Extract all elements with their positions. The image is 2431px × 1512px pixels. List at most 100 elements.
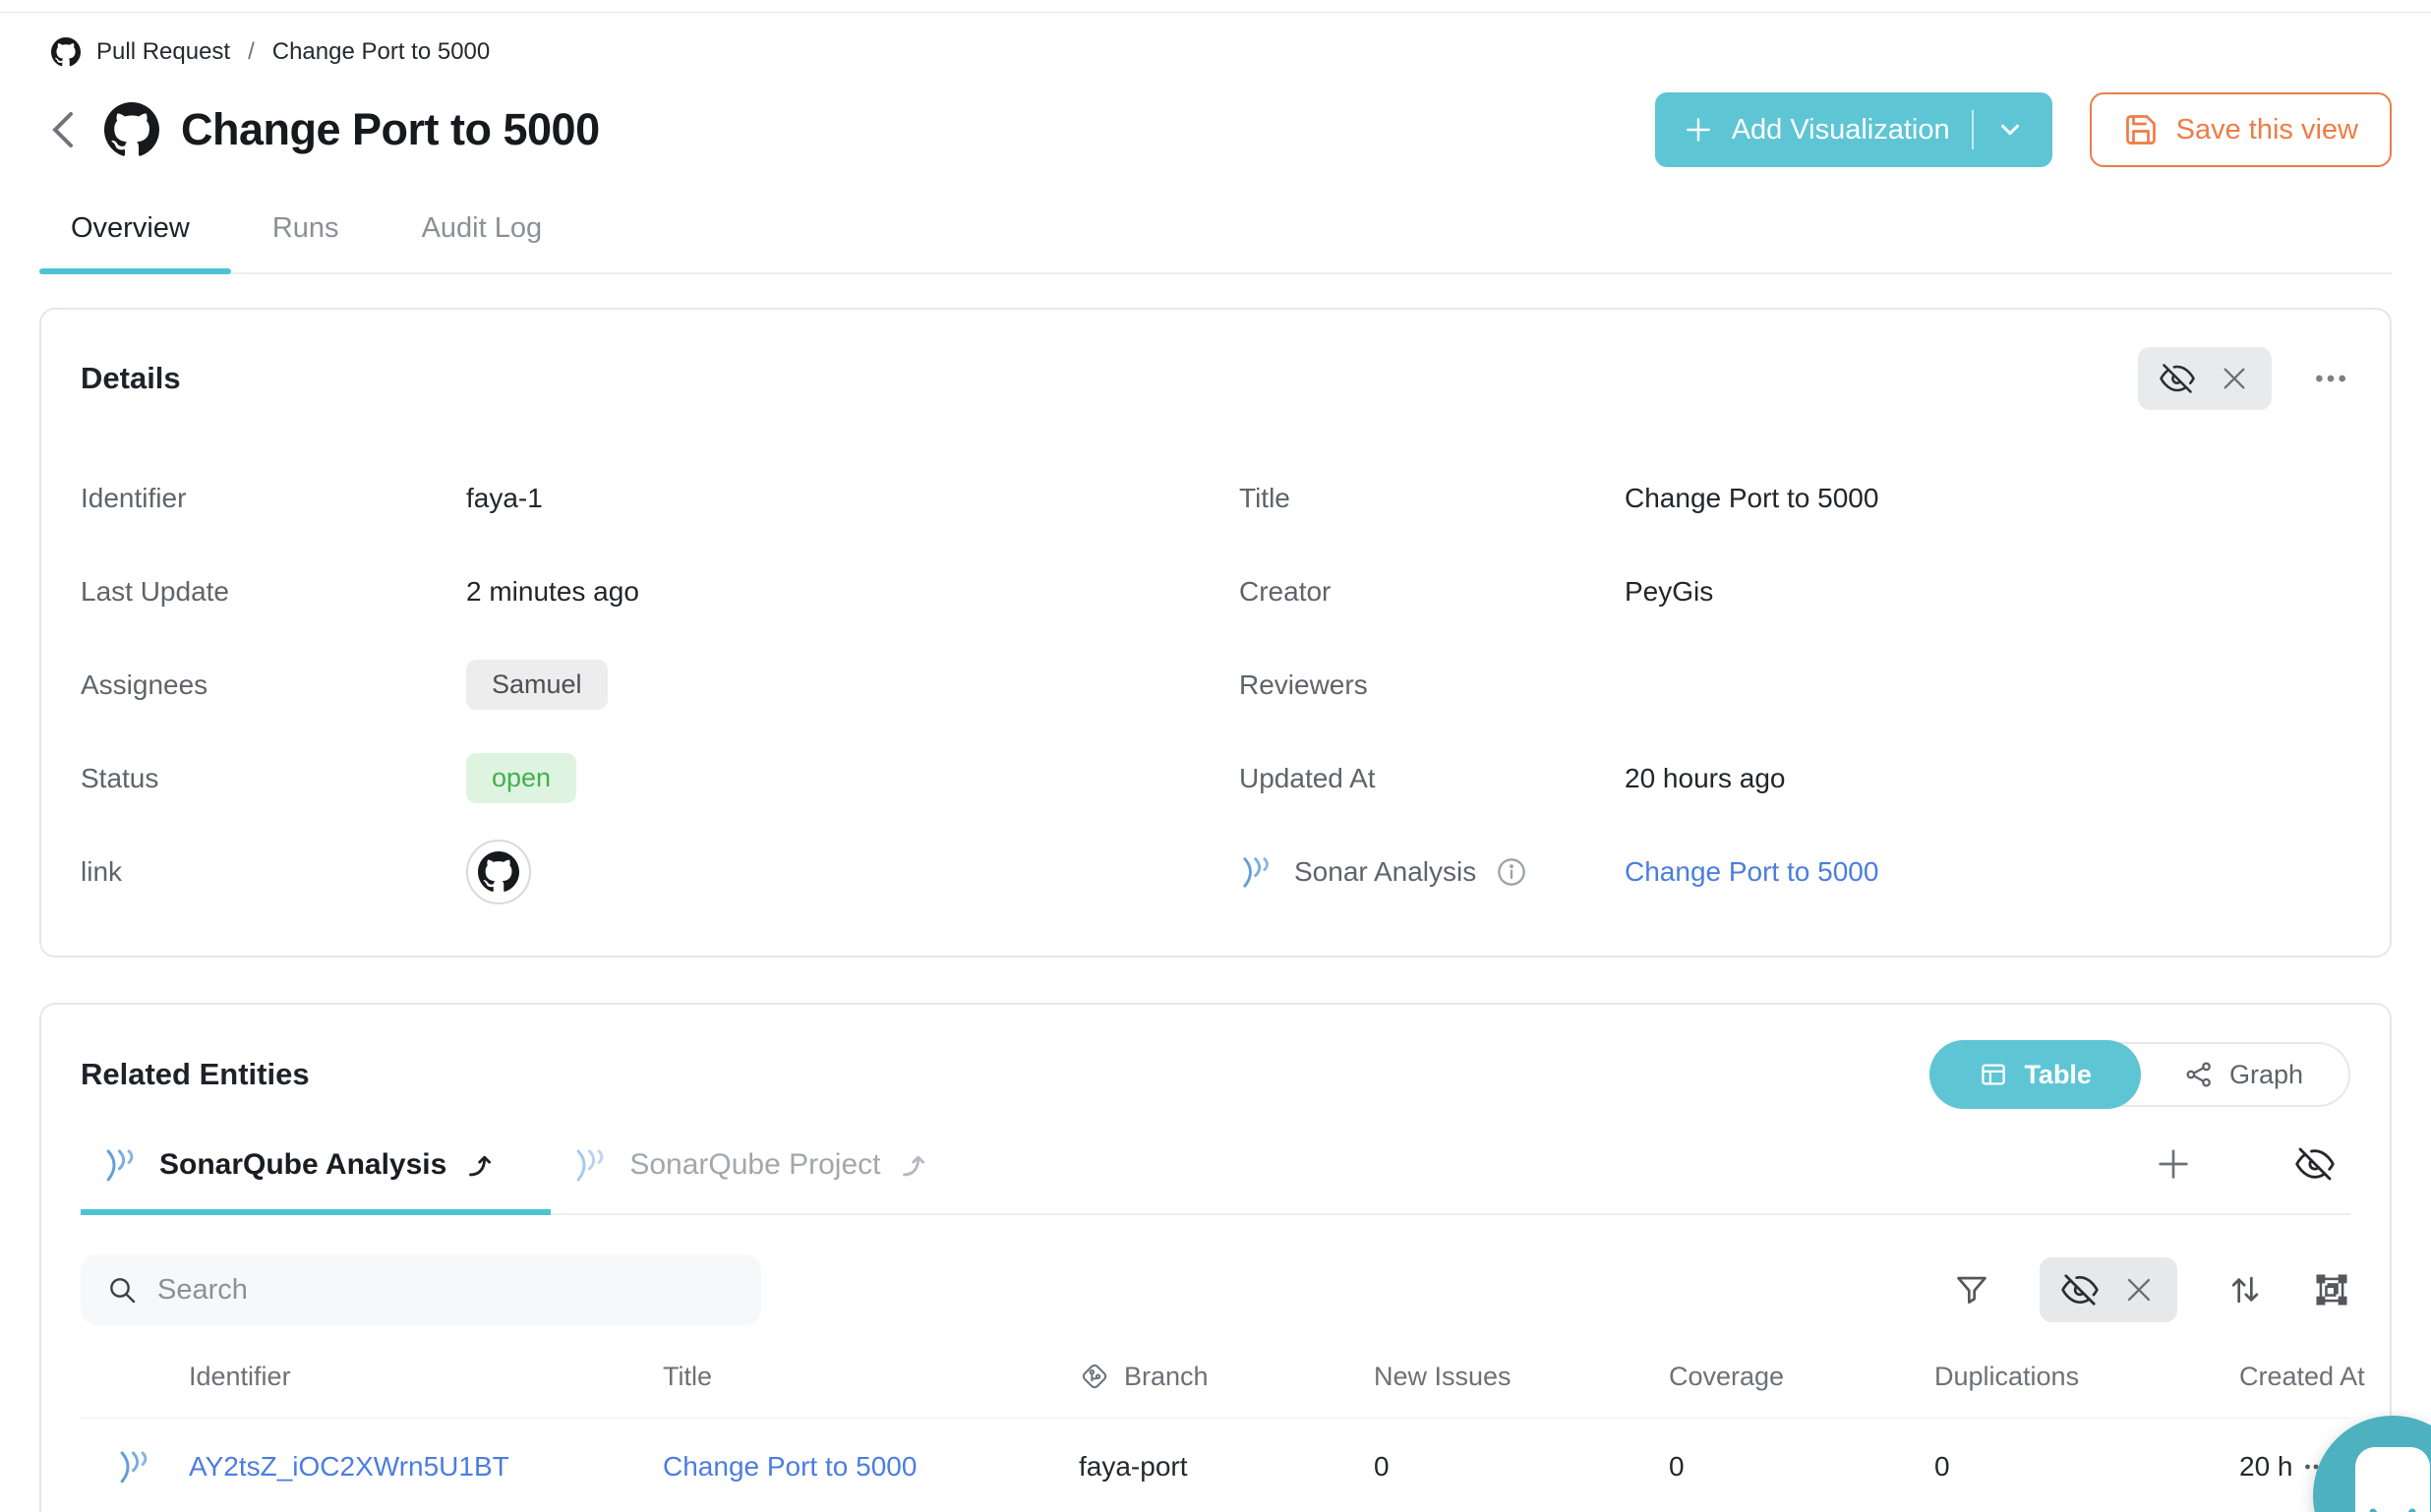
filter-icon[interactable] [1953, 1271, 1990, 1308]
entity-tabs: Overview Runs Audit Log [39, 212, 2392, 274]
eye-off-icon[interactable] [2295, 1144, 2335, 1184]
save-this-view-button[interactable]: Save this view [2090, 92, 2392, 167]
details-card-title: Details [81, 361, 181, 396]
group-by-icon[interactable] [2313, 1271, 2350, 1308]
related-entities-card: Related Entities Table Graph [39, 1003, 2392, 1512]
page-title: Change Port to 5000 [181, 104, 600, 155]
info-icon[interactable] [1496, 856, 1527, 888]
github-icon [51, 37, 81, 67]
field-label: Assignees [81, 669, 466, 701]
add-visualization-button[interactable]: Add Visualization [1655, 92, 2052, 167]
sonarqube-icon [116, 1446, 157, 1487]
column-identifier[interactable]: Identifier [189, 1362, 663, 1392]
toggle-graph[interactable]: Graph [2139, 1044, 2348, 1105]
title-bar: Change Port to 5000 Add Visualization Sa… [39, 92, 2392, 167]
field-value: PeyGis [1625, 576, 1713, 608]
details-left-column: Identifier faya-1 Last Update 2 minutes … [81, 451, 1192, 918]
hide-empty-properties-control[interactable] [2138, 347, 2272, 410]
top-divider [0, 12, 2431, 13]
toggle-table[interactable]: Table [1929, 1040, 2141, 1109]
details-card: Details Identifier [39, 308, 2392, 958]
chevron-down-icon[interactable] [1995, 115, 2025, 145]
field-label: Last Update [81, 576, 466, 608]
field-row: Assignees Samuel [81, 638, 1192, 731]
field-label: link [81, 856, 466, 888]
column-new-issues[interactable]: New Issues [1374, 1362, 1669, 1392]
breadcrumb-separator: / [246, 38, 257, 66]
related-entities-title: Related Entities [81, 1057, 310, 1092]
table-row[interactable]: AY2tsZ_iOC2XWrn5U1BT Change Port to 5000… [81, 1419, 2350, 1512]
graph-icon [2184, 1060, 2214, 1089]
field-label: Identifier [81, 483, 466, 514]
back-button[interactable] [43, 106, 83, 153]
field-label: Title [1239, 483, 1625, 514]
tab-audit-log[interactable]: Audit Log [381, 212, 584, 272]
eye-off-icon[interactable] [2160, 361, 2195, 396]
hide-empty-columns-control[interactable] [2040, 1257, 2177, 1322]
header-actions: Add Visualization Save this view [1655, 92, 2392, 167]
close-icon[interactable] [2219, 363, 2250, 394]
field-label: Reviewers [1239, 669, 1625, 701]
breadcrumb: Pull Request / Change Port to 5000 [39, 0, 2392, 67]
tab-overview[interactable]: Overview [39, 212, 231, 272]
table-controls [81, 1254, 2350, 1325]
sonarqube-icon [572, 1144, 614, 1186]
search-input[interactable] [157, 1274, 736, 1307]
field-row: Reviewers [1239, 638, 2350, 731]
row-title-link[interactable]: Change Port to 5000 [663, 1451, 1079, 1483]
add-related-entity-icon[interactable] [2154, 1144, 2193, 1184]
tab-sonarqube-project[interactable]: SonarQube Project [551, 1134, 984, 1213]
search-icon [106, 1274, 138, 1306]
row-coverage: 0 [1669, 1451, 1934, 1483]
field-value: Change Port to 5000 [1625, 483, 1878, 514]
row-new-issues: 0 [1374, 1451, 1669, 1483]
toggle-table-label: Table [2024, 1060, 2092, 1090]
save-this-view-label: Save this view [2176, 114, 2358, 146]
field-row: Identifier faya-1 [81, 451, 1192, 545]
sonar-analysis-label: Sonar Analysis [1239, 852, 1625, 892]
plus-icon [1683, 114, 1714, 145]
sonarqube-icon [1239, 852, 1278, 892]
row-duplications: 0 [1934, 1451, 2239, 1483]
row-identifier-link[interactable]: AY2tsZ_iOC2XWrn5U1BT [189, 1451, 663, 1483]
assignee-chip[interactable]: Samuel [466, 660, 608, 710]
github-icon [478, 851, 519, 893]
sonarqube-icon [102, 1144, 144, 1186]
github-link-button[interactable] [466, 840, 531, 904]
button-divider [1972, 110, 1974, 149]
column-duplications[interactable]: Duplications [1934, 1362, 2239, 1392]
field-label: Status [81, 763, 466, 794]
field-row: Updated At 20 hours ago [1239, 731, 2350, 825]
field-value: 20 hours ago [1625, 763, 1785, 794]
search-box[interactable] [81, 1254, 761, 1325]
column-coverage[interactable]: Coverage [1669, 1362, 1934, 1392]
field-row: Title Change Port to 5000 [1239, 451, 2350, 545]
column-created-at[interactable]: Created At [2239, 1362, 2392, 1392]
eye-off-icon[interactable] [2061, 1271, 2099, 1308]
details-more-options-icon[interactable] [2311, 359, 2350, 398]
table-header: Identifier Title Branch New Issues Cover… [81, 1361, 2350, 1419]
tab-sonarqube-analysis[interactable]: SonarQube Analysis [81, 1134, 551, 1213]
github-icon [104, 102, 159, 157]
tab-runs[interactable]: Runs [231, 212, 381, 272]
page: Pull Request / Change Port to 5000 Chang… [0, 0, 2431, 1512]
field-row: Creator PeyGis [1239, 545, 2350, 638]
status-badge: open [466, 753, 576, 803]
field-value: faya-1 [466, 483, 543, 514]
toggle-graph-label: Graph [2229, 1060, 2303, 1090]
sonar-analysis-link[interactable]: Change Port to 5000 [1625, 856, 1878, 888]
column-title[interactable]: Title [663, 1362, 1079, 1392]
relation-direction-icon [896, 1148, 929, 1182]
close-icon[interactable] [2122, 1273, 2156, 1307]
relation-direction-icon [462, 1148, 496, 1182]
details-right-column: Title Change Port to 5000 Creator PeyGis… [1239, 451, 2350, 918]
row-entity-icon [81, 1446, 189, 1487]
field-row: Sonar Analysis Change Port to 5000 [1239, 825, 2350, 918]
breadcrumb-current: Change Port to 5000 [272, 38, 491, 66]
branch-icon [1079, 1361, 1110, 1392]
breadcrumb-parent[interactable]: Pull Request [96, 38, 230, 66]
field-label: Creator [1239, 576, 1625, 608]
column-branch[interactable]: Branch [1079, 1361, 1374, 1392]
relation-tabs: SonarQube Analysis SonarQube Project [81, 1134, 2350, 1215]
sort-icon[interactable] [2226, 1271, 2264, 1308]
